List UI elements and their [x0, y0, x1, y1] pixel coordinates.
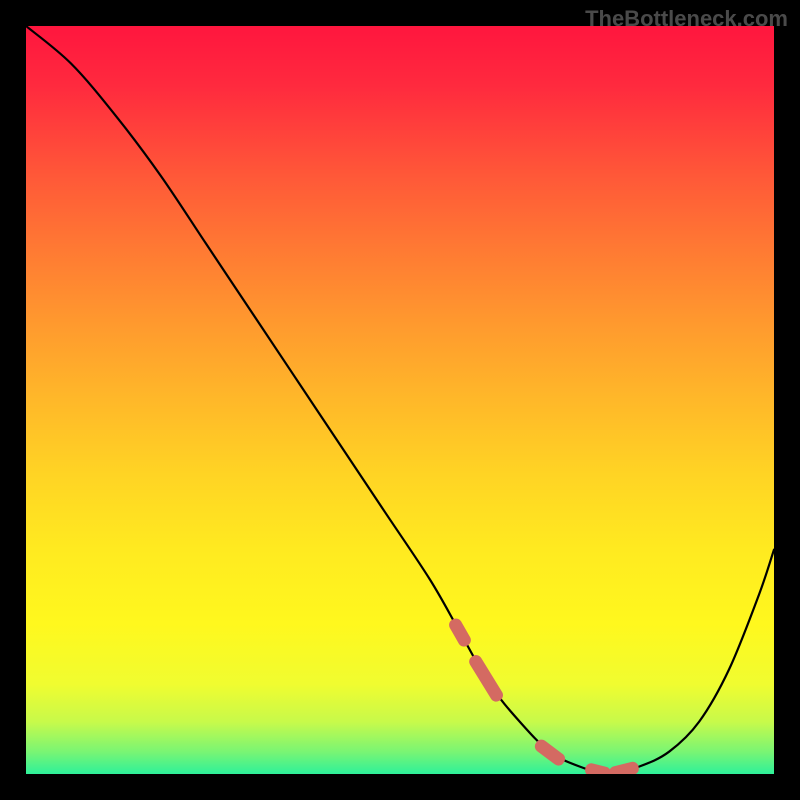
bottleneck-curve [26, 26, 774, 774]
watermark-text: TheBottleneck.com [585, 6, 788, 32]
chart-plot-area [26, 26, 774, 774]
